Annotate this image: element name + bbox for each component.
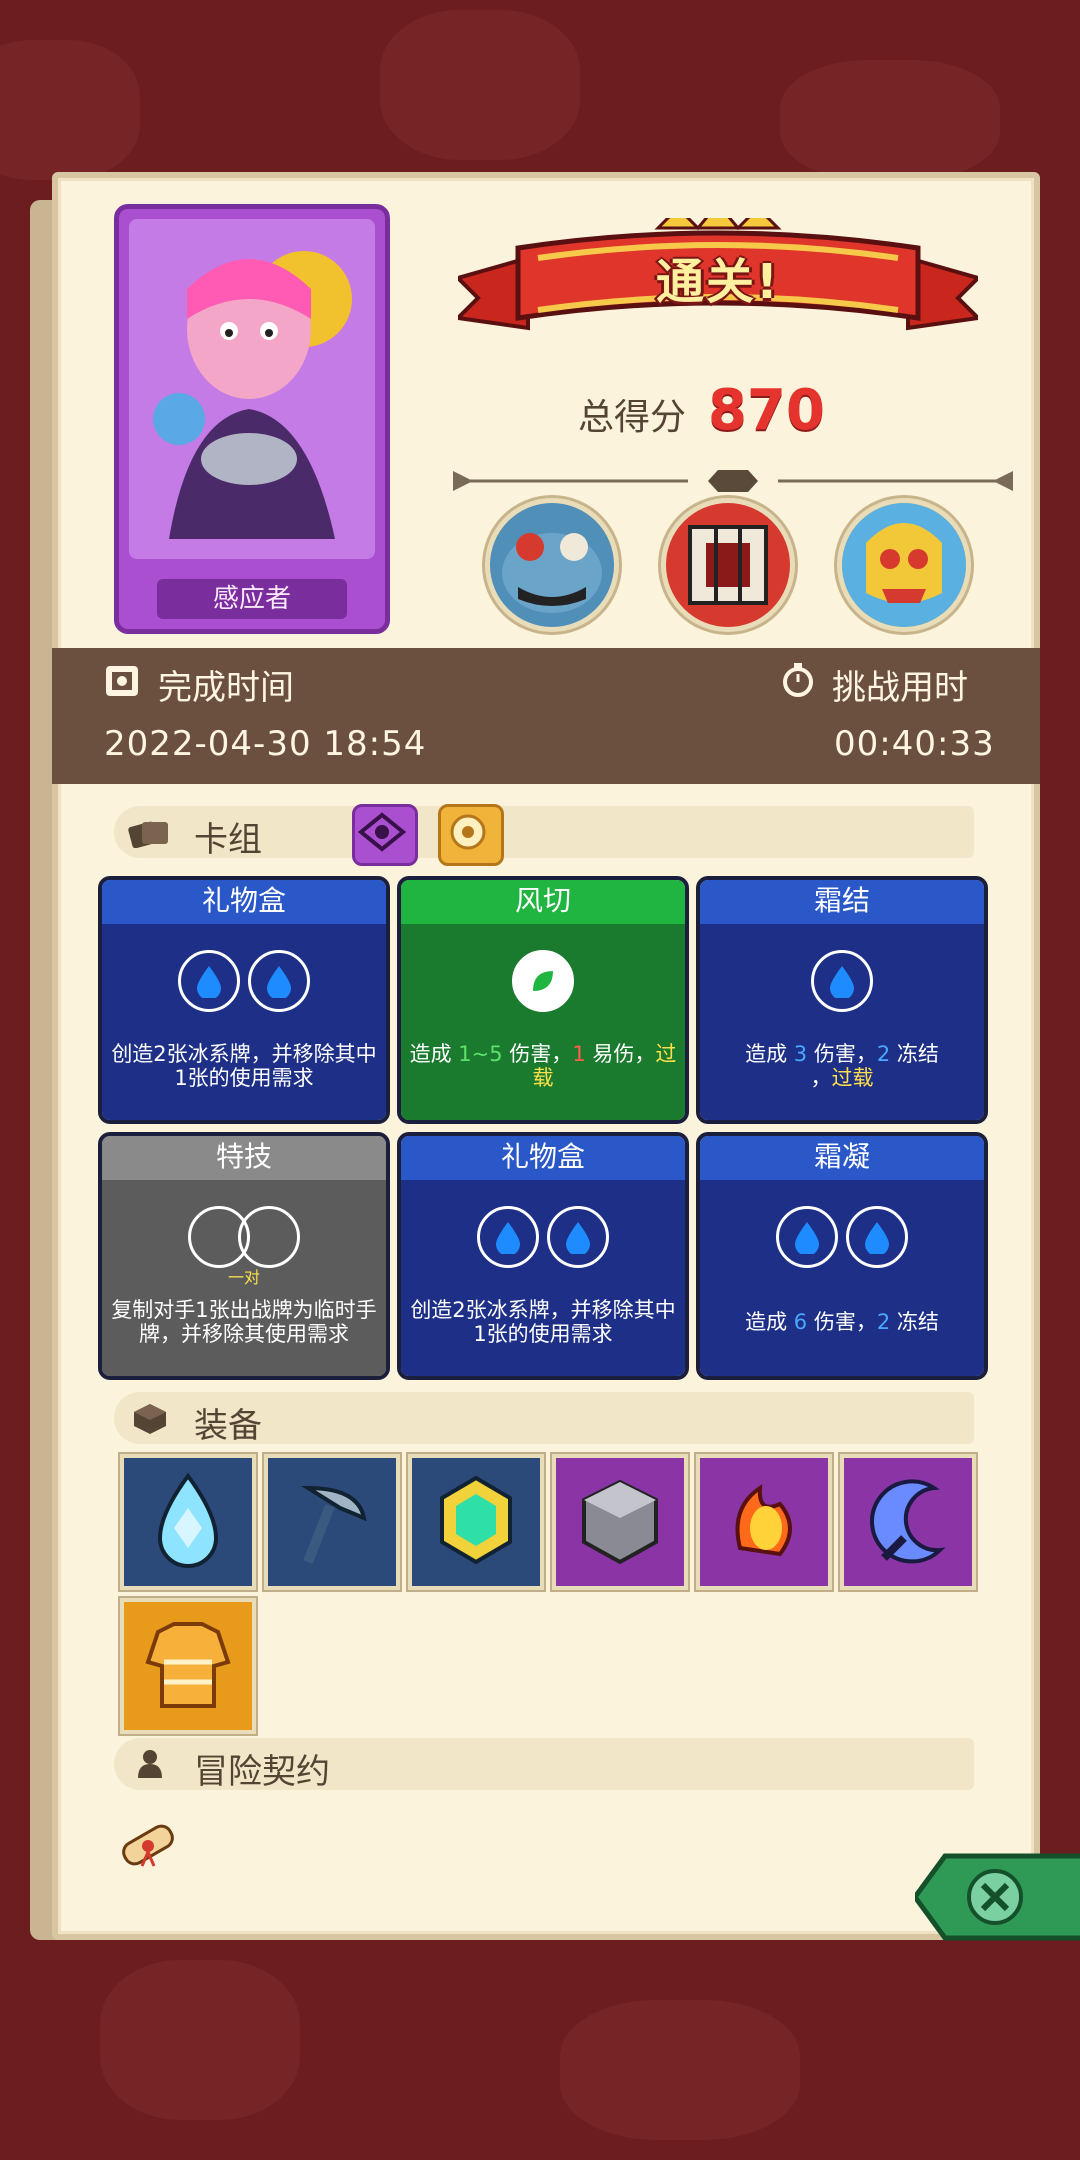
equip-item-1[interactable] (120, 1454, 256, 1590)
card-name: 礼物盒 (401, 1136, 685, 1180)
water-drop-slot (248, 950, 310, 1012)
boss-skull[interactable] (837, 498, 971, 632)
card-description: 复制对手1张出战牌为临时手牌，并移除其使用需求 (111, 1298, 377, 1346)
person-icon (138, 1750, 162, 1778)
card-name: 风切 (401, 880, 685, 924)
challenge-time-value: 00:40:33 (834, 724, 995, 764)
equipment-title: 装备 (194, 1406, 262, 1446)
water-drop-slot (846, 1206, 908, 1268)
water-drop-slot (811, 950, 873, 1012)
water-drop-slot (547, 1206, 609, 1268)
orange-sweater-icon (145, 1622, 231, 1708)
contract-title: 冒险契约 (194, 1752, 330, 1792)
equip-item-5[interactable] (696, 1454, 832, 1590)
horned-skull-icon (708, 470, 758, 492)
card-description: 造成 6 伤害，2 冻结 (745, 1310, 939, 1334)
score-label: 总得分 (578, 397, 687, 438)
calendar-icon (106, 666, 138, 696)
complete-time-label: 完成时间 (158, 668, 294, 708)
water-drop-icon (566, 1222, 590, 1254)
crescent-blade-icon (870, 1479, 946, 1564)
contract-scroll[interactable] (108, 1804, 188, 1884)
water-drop-slot (178, 950, 240, 1012)
card-name: 特技 (102, 1136, 386, 1180)
water-drop-icon (830, 966, 854, 998)
card-name: 霜结 (700, 880, 984, 924)
ornament-divider (448, 466, 1018, 496)
equipment-section-header: 装备 (114, 1392, 974, 1446)
card-frost-knot[interactable]: 霜结 造成 3 伤害，2 冻结 ，过载 (696, 876, 988, 1124)
card-stunt[interactable]: 特技 一对 复制对手1张出战牌为临时手牌，并移除其使用需求 (98, 1132, 390, 1380)
eye-sigil-icon (357, 812, 407, 852)
water-drop-slot (477, 1206, 539, 1268)
time-bar: 完成时间 2022-04-30 18:54 挑战用时 00:40:33 (52, 648, 1040, 784)
water-drop-icon (267, 966, 291, 998)
boss-cage[interactable] (661, 498, 795, 632)
leaf-icon (533, 971, 553, 991)
emerald-gem-icon (440, 1475, 512, 1565)
fire-amulet-icon (735, 1484, 792, 1557)
card-wind-cut[interactable]: 风切 造成 1~5 伤害，1 易伤，过载 (397, 876, 689, 1124)
card-description: 造成 3 伤害，2 冻结 ，过载 (745, 1042, 939, 1090)
contract-section-header: 冒险契约 (114, 1738, 974, 1792)
cards-icon (128, 821, 168, 848)
ice-crystal-icon (157, 1472, 219, 1568)
ice-pickaxe-icon (301, 1485, 367, 1564)
bg-decoration (0, 40, 140, 180)
scroll-icon (122, 1824, 174, 1867)
equip-item-7[interactable] (120, 1598, 256, 1734)
character-portrait[interactable]: 感应者 (114, 204, 390, 634)
equip-item-6[interactable] (840, 1454, 976, 1590)
challenge-time-label: 挑战用时 (832, 668, 968, 708)
score-row: 总得分 870 (578, 378, 825, 443)
equip-item-2[interactable] (264, 1454, 400, 1590)
equip-item-3[interactable] (408, 1454, 544, 1590)
complete-time-value: 2022-04-30 18:54 (104, 724, 427, 764)
deck-badge-eye[interactable] (352, 804, 418, 866)
deck-section-header: 卡组 (114, 804, 974, 866)
sun-sigil-icon (450, 814, 486, 850)
frog-monster-icon (502, 533, 602, 613)
bg-decoration (560, 2000, 800, 2140)
card-gift-box-2[interactable]: 礼物盒 创造2张冰系牌，并移除其中1张的使用需求 (397, 1132, 689, 1380)
card-description: 创造2张冰系牌，并移除其中1张的使用需求 (410, 1298, 676, 1346)
card-gift-box[interactable]: 礼物盒 创造2张冰系牌，并移除其中1张的使用需求 (98, 876, 390, 1124)
deck-badge-gold[interactable] (438, 804, 504, 866)
bg-decoration (380, 10, 580, 160)
water-drop-icon (197, 966, 221, 998)
stopwatch-icon (783, 663, 813, 697)
stone-cube-icon (582, 1479, 658, 1565)
character-art (129, 219, 375, 559)
clear-banner: 通关! (453, 201, 983, 348)
water-drop-icon (865, 1222, 889, 1254)
cube-icon (134, 1404, 166, 1434)
card-frost-congeal[interactable]: 霜凝 造成 6 伤害，2 冻结 (696, 1132, 988, 1380)
equip-item-4[interactable] (552, 1454, 688, 1590)
clear-banner-text: 通关! (656, 254, 780, 310)
skull-monster-icon (842, 503, 966, 627)
character-name: 感应者 (157, 579, 347, 619)
card-description: 造成 1~5 伤害，1 易伤，过载 (409, 1042, 677, 1090)
card-name: 礼物盒 (102, 880, 386, 924)
result-panel: 感应者 通关! 总得分 870 完成时间 2022-04-30 18:54 挑战… (52, 172, 1040, 1940)
boss-frog[interactable] (485, 498, 619, 632)
empty-slot (238, 1206, 300, 1268)
leaf-slot (512, 950, 574, 1012)
water-drop-slot (776, 1206, 838, 1268)
bg-decoration (780, 60, 1000, 180)
water-drop-icon (496, 1222, 520, 1254)
deck-title: 卡组 (194, 820, 262, 860)
pair-label: 一对 (227, 1268, 260, 1287)
water-drop-icon (795, 1222, 819, 1254)
card-description: 创造2张冰系牌，并移除其中1张的使用需求 (111, 1042, 377, 1090)
close-button[interactable] (911, 1852, 1080, 1942)
bg-decoration (100, 1960, 300, 2120)
score-value: 870 (708, 378, 825, 443)
caged-demon-icon (688, 525, 768, 605)
card-name: 霜凝 (700, 1136, 984, 1180)
